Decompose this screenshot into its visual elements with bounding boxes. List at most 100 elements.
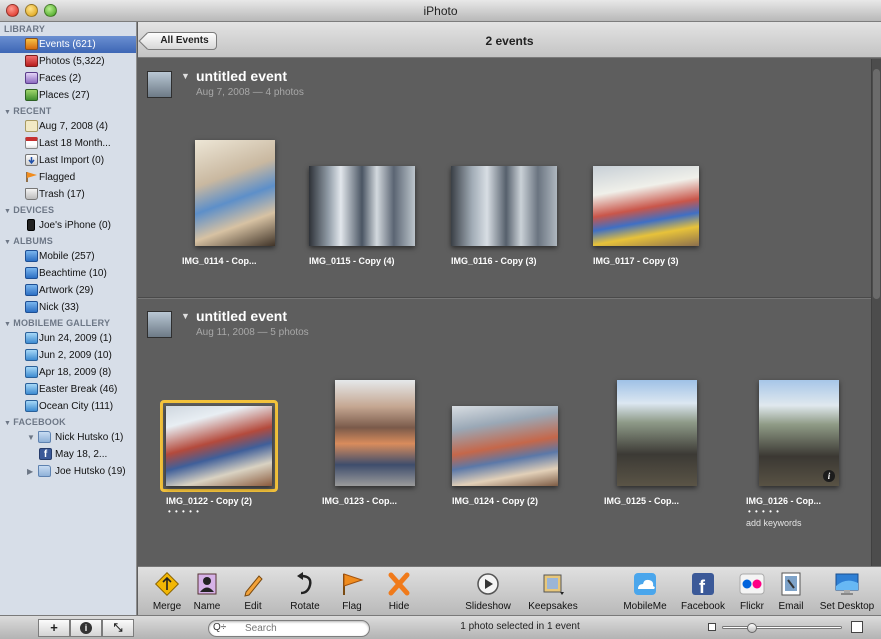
sidebar-item[interactable]: Mobile (257) (0, 248, 136, 265)
event-key-photo[interactable] (147, 311, 172, 338)
email-button[interactable]: Email (766, 571, 816, 615)
photo-caption[interactable]: IMG_0122 - Copy (2) (166, 496, 252, 506)
sidebar-item[interactable]: Jun 24, 2009 (1) (0, 330, 136, 347)
sidebar-item[interactable]: f May 18, 2... (0, 446, 136, 463)
sidebar-item[interactable]: Faces (2) (0, 70, 136, 87)
keepsakes-button[interactable]: Keepsakes (523, 571, 583, 615)
sidebar-item[interactable]: Artwork (29) (0, 282, 136, 299)
photo-thumbnail[interactable] (451, 166, 557, 246)
sidebar-item[interactable]: Apr 18, 2009 (8) (0, 364, 136, 381)
facebook-button[interactable]: f Facebook (673, 571, 733, 615)
sidebar-section-heading[interactable]: ▼ RECENT (0, 104, 136, 118)
photo-thumbnail[interactable] (335, 380, 415, 486)
sidebar-item[interactable]: Nick (33) (0, 299, 136, 316)
photo-thumbnail[interactable] (166, 406, 272, 486)
photo-caption[interactable]: IMG_0117 - Copy (3) (593, 256, 679, 266)
source-list-sidebar: LIBRARY Events (621) Photos (5,322) Faces (… (0, 22, 137, 615)
disclosure-triangle-icon[interactable]: ▼ (4, 239, 13, 246)
photo-thumbnail[interactable] (195, 140, 275, 246)
name-button[interactable]: Name (182, 571, 232, 615)
event-title[interactable]: untitled event (196, 308, 287, 324)
sidebar-item[interactable]: ▼ Nick Hutsko (1) (0, 429, 136, 446)
sidebar-item[interactable]: Last 18 Month... (0, 135, 136, 152)
expanded-triangle-icon[interactable]: ▼ (27, 429, 35, 446)
disclosure-triangle-icon[interactable]: ▼ (4, 208, 13, 215)
collapsed-triangle-icon[interactable]: ▶ (27, 463, 33, 480)
photo-caption[interactable]: IMG_0116 - Copy (3) (451, 256, 537, 266)
photo-caption[interactable]: IMG_0123 - Cop... (322, 496, 397, 506)
vertical-scrollbar[interactable] (871, 59, 881, 566)
sidebar-section-heading[interactable]: ▼ FACEBOOK (0, 415, 136, 429)
mobileme-button[interactable]: MobileMe (615, 571, 675, 615)
slider-knob[interactable] (747, 623, 758, 633)
info-button[interactable]: i (70, 619, 102, 637)
sidebar-item[interactable]: Aug 7, 2008 (4) (0, 118, 136, 135)
bottom-toolbar: Merge Name Edit Rotate Flag Hide Slideshow Keep… (138, 566, 881, 615)
search-scope-icon[interactable]: Q÷ (213, 622, 226, 633)
search-input[interactable] (245, 622, 365, 635)
zoom-small-icon[interactable] (708, 623, 716, 631)
hide-button[interactable]: Hide (374, 571, 424, 615)
sidebar-section-heading[interactable]: ▼ ALBUMS (0, 234, 136, 248)
sidebar-item[interactable]: Trash (17) (0, 186, 136, 203)
photo-caption[interactable]: IMG_0126 - Cop... (746, 496, 821, 506)
photo-thumbnail[interactable] (617, 380, 697, 486)
search-field[interactable]: Q÷ (208, 620, 370, 637)
disclosure-triangle-icon[interactable]: ▼ (4, 321, 13, 328)
sidebar-item[interactable]: Photos (5,322) (0, 53, 136, 70)
svg-text:f: f (699, 577, 706, 597)
disclosure-triangle-icon[interactable]: ▼ (181, 311, 190, 321)
info-icon[interactable]: i (823, 470, 835, 482)
rating-dots[interactable]: • • • • • (168, 507, 200, 516)
disclosure-triangle-icon[interactable]: ▼ (4, 109, 13, 116)
photo-caption[interactable]: IMG_0115 - Copy (4) (309, 256, 395, 266)
fullscreen-button[interactable]: ⤡ (102, 619, 134, 637)
sidebar-item[interactable]: Flagged (0, 169, 136, 186)
add-keywords-field[interactable]: add keywords (746, 518, 802, 528)
sidebar-item[interactable]: Events (621) (0, 36, 136, 53)
sidebar-section-heading[interactable]: ▼ MOBILEME GALLERY (0, 316, 136, 330)
photo-thumbnail[interactable] (452, 406, 558, 486)
toolbar-button-label: Keepsakes (528, 601, 578, 612)
set-desktop-button[interactable]: Set Desktop (814, 571, 880, 615)
toolbar-button-label: Name (193, 601, 221, 612)
disclosure-triangle-icon[interactable]: ▼ (4, 420, 13, 427)
photo-caption[interactable]: IMG_0124 - Copy (2) (452, 496, 538, 506)
sidebar-item[interactable]: Last Import (0) (0, 152, 136, 169)
sidebar-section-heading[interactable]: ▼ DEVICES (0, 203, 136, 217)
sidebar-item[interactable]: Places (27) (0, 87, 136, 104)
event-subtitle: Aug 7, 2008 — 4 photos (196, 87, 304, 98)
event-key-photo[interactable] (147, 71, 172, 98)
sidebar-item[interactable]: Jun 2, 2009 (10) (0, 347, 136, 364)
thumbnail-size-slider[interactable] (722, 623, 842, 633)
event-icon (25, 120, 38, 132)
sidebar-item[interactable]: Ocean City (111) (0, 398, 136, 415)
photo-thumbnail[interactable] (309, 166, 415, 246)
zoom-large-icon[interactable] (851, 621, 863, 633)
slideshow-icon (475, 571, 501, 597)
sidebar-item[interactable]: Beachtime (10) (0, 265, 136, 282)
edit-button[interactable]: Edit (228, 571, 278, 615)
rating-dots[interactable]: • • • • • (748, 507, 780, 516)
rotate-icon (292, 571, 318, 597)
photo-caption[interactable]: IMG_0125 - Cop... (604, 496, 679, 506)
sidebar-item[interactable]: Joe's iPhone (0) (0, 217, 136, 234)
sidebar-item[interactable]: ▶ Joe Hutsko (19) (0, 463, 136, 480)
section-heading-label: DEVICES (13, 205, 55, 215)
sidebar-item[interactable]: Easter Break (46) (0, 381, 136, 398)
sidebar-section-heading[interactable]: LIBRARY (0, 22, 136, 36)
rotate-button[interactable]: Rotate (280, 571, 330, 615)
scroll-thumb[interactable] (873, 69, 880, 299)
photo-thumbnail[interactable] (593, 166, 699, 246)
photo-caption[interactable]: IMG_0114 - Cop... (182, 256, 257, 266)
flag-button[interactable]: Flag (327, 571, 377, 615)
toolbar-button-label: Set Desktop (819, 601, 875, 612)
add-button[interactable]: + (38, 619, 70, 637)
slideshow-button[interactable]: Slideshow (458, 571, 518, 615)
disclosure-triangle-icon[interactable]: ▼ (181, 71, 190, 81)
sidebar-item-label: Flagged (39, 172, 76, 183)
event-divider (138, 297, 871, 299)
event-title[interactable]: untitled event (196, 68, 287, 84)
toolbar-button-label: Slideshow (465, 601, 511, 612)
import-icon (25, 154, 38, 166)
